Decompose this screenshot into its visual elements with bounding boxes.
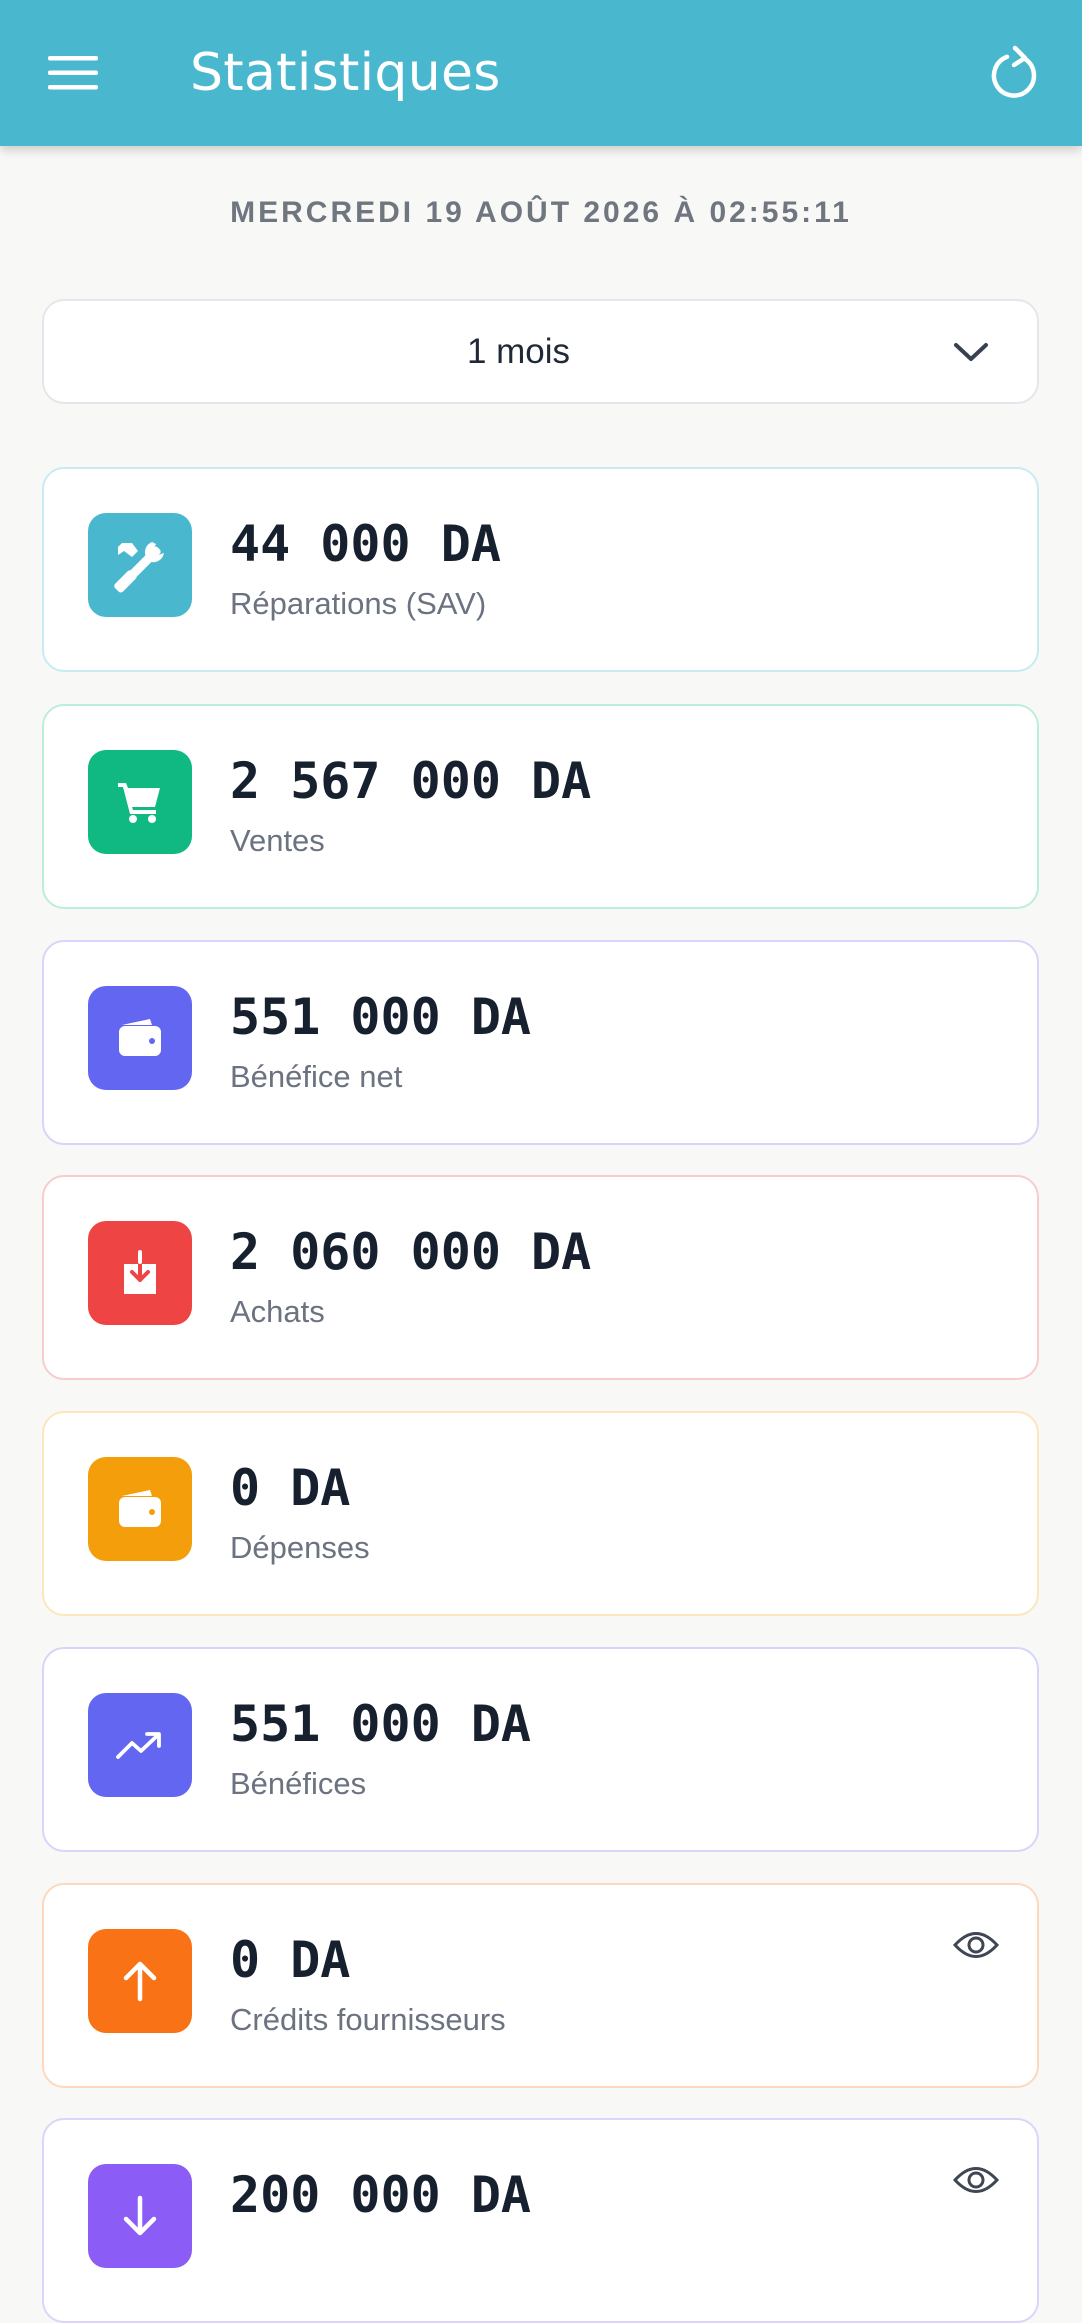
period-select[interactable]: 1 mois xyxy=(42,299,1039,404)
eye-icon xyxy=(952,2167,1000,2193)
trending-up-icon xyxy=(88,1693,192,1797)
tools-icon xyxy=(88,513,192,617)
stat-value: 200 000 DA xyxy=(230,2166,532,2224)
toggle-visibility-button[interactable] xyxy=(951,1925,1001,1965)
refresh-icon xyxy=(991,45,1037,98)
stat-label: Dépenses xyxy=(230,1530,370,1565)
stat-label: Bénéfices xyxy=(230,1766,367,1801)
eye-icon xyxy=(952,1932,1000,1958)
menu-button[interactable] xyxy=(36,38,112,108)
stat-value: 0 DA xyxy=(230,1931,351,1989)
menu-icon xyxy=(48,56,98,90)
page-title: Statistiques xyxy=(190,43,501,103)
stat-value: 551 000 DA xyxy=(230,988,532,1046)
toggle-visibility-button[interactable] xyxy=(951,2160,1001,2200)
stat-card-repairs[interactable]: 44 000 DA Réparations (SAV) xyxy=(42,467,1039,672)
stat-card-supplier-credits[interactable]: 0 DA Crédits fournisseurs xyxy=(42,1883,1039,2088)
stat-label: Achats xyxy=(230,1294,325,1329)
refresh-button[interactable] xyxy=(978,36,1052,110)
stat-label: Crédits fournisseurs xyxy=(230,2002,506,2037)
stat-card-profits[interactable]: 551 000 DA Bénéfices xyxy=(42,1647,1039,1852)
stat-card-sales[interactable]: 2 567 000 DA Ventes xyxy=(42,704,1039,909)
arrow-down-icon xyxy=(88,2164,192,2268)
stat-value: 2 060 000 DA xyxy=(230,1223,592,1281)
app-bar: Statistiques xyxy=(0,0,1082,146)
stat-card-client-credits[interactable]: 200 000 DA xyxy=(42,2118,1039,2323)
cart-icon xyxy=(88,750,192,854)
arrow-up-icon xyxy=(88,1929,192,2033)
stat-label: Réparations (SAV) xyxy=(230,586,487,621)
chevron-down-icon xyxy=(954,343,988,361)
current-datetime: MERCREDI 19 AOÛT 2026 À 02:55:11 xyxy=(230,196,852,229)
stat-card-expenses[interactable]: 0 DA Dépenses xyxy=(42,1411,1039,1616)
stat-card-net-profit[interactable]: 551 000 DA Bénéfice net xyxy=(42,940,1039,1145)
wallet-icon xyxy=(88,986,192,1090)
stat-card-purchases[interactable]: 2 060 000 DA Achats xyxy=(42,1175,1039,1380)
stat-value: 44 000 DA xyxy=(230,515,501,573)
stat-value: 551 000 DA xyxy=(230,1695,532,1753)
period-selected-value: 1 mois xyxy=(466,332,571,371)
stat-label: Bénéfice net xyxy=(230,1059,403,1094)
stat-label: Ventes xyxy=(230,823,325,858)
wallet-icon xyxy=(88,1457,192,1561)
download-box-icon xyxy=(88,1221,192,1325)
stat-value: 0 DA xyxy=(230,1459,351,1517)
stat-value: 2 567 000 DA xyxy=(230,752,592,810)
